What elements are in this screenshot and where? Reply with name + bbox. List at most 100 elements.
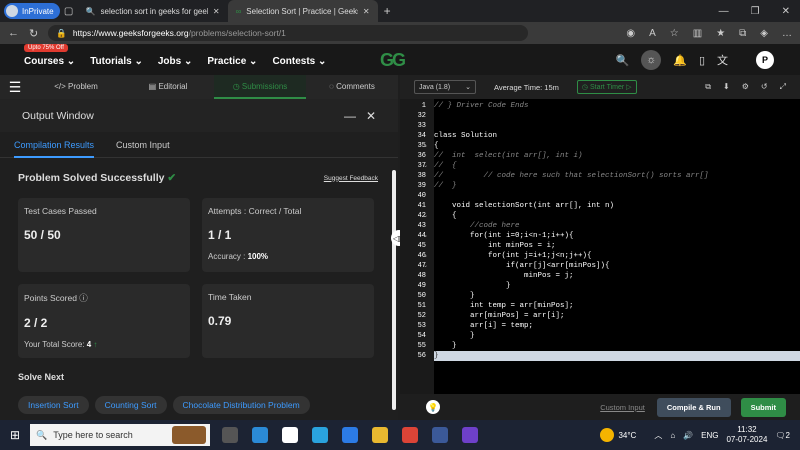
lightbulb-icon[interactable]: 💡 [426,400,440,414]
favorites-bar-icon[interactable]: ★ [716,28,725,39]
custom-input-link[interactable]: Custom Input [600,403,645,412]
suggest-feedback-link[interactable]: Suggest Feedback [324,175,378,182]
split-screen-icon[interactable]: ▥ [693,28,702,39]
vscode-icon[interactable] [342,427,358,443]
reset-icon[interactable]: ↺ [761,82,768,92]
fold-chevron-icon[interactable]: ⌄ [423,141,428,151]
code-line[interactable]: // } [434,181,457,191]
code-line[interactable]: } [434,281,511,291]
close-panel-icon[interactable]: ✕ [366,109,376,123]
fold-chevron-icon[interactable]: ⌄ [423,211,428,221]
tab-editorial[interactable]: ▤ Editorial [122,75,214,99]
browser-tab-search[interactable]: 🔍 selection sort in geeks for geeks ✕ [78,0,228,22]
theme-toggle-icon[interactable]: ☼ [641,50,662,70]
info-icon[interactable]: ⓘ [79,293,88,303]
settings-icon[interactable]: ⚙ [742,82,749,92]
code-line[interactable]: // // code here such that selectionSort(… [434,171,709,181]
menu-practice[interactable]: Practice ⌄ [207,56,257,67]
code-line[interactable]: // int select(int arr[], int i) [434,151,583,161]
code-line[interactable]: for(int j=i+1;j<n;j++){ [434,251,592,261]
fullscreen-icon[interactable]: ⤢ [780,82,786,92]
minimize-panel-icon[interactable]: — [344,109,356,123]
refresh-icon[interactable]: ↻ [29,27,38,40]
code-line[interactable]: void selectionSort(int arr[], int n) [434,201,614,211]
code-line[interactable]: } [434,291,475,301]
notifications-icon[interactable]: 🗨2 [775,431,790,440]
github-desktop-icon[interactable] [462,427,478,443]
submit-button[interactable]: Submit [740,397,786,417]
weather-widget[interactable]: 34°C [600,428,636,442]
copy-icon[interactable]: ⧉ [705,82,711,92]
close-icon[interactable]: ✕ [363,7,370,16]
code-line[interactable]: int temp = arr[minPos]; [434,301,574,311]
new-tab-button[interactable]: + [384,4,391,18]
profile-avatar[interactable]: P [756,51,774,69]
tray-chevron-icon[interactable]: ︿ [654,430,662,441]
copilot-icon[interactable]: ◈ [760,28,768,39]
code-line[interactable]: { [434,141,439,151]
search-icon[interactable]: 🔍 [616,54,630,67]
start-timer-button[interactable]: ◷ Start Timer ▷ [576,80,637,94]
close-icon[interactable]: ✕ [213,7,220,16]
book-icon[interactable]: ▯ [699,54,705,67]
code-line[interactable]: class Solution [434,131,497,141]
code-line[interactable]: // { [434,161,457,171]
tab-problem[interactable]: </> Problem [30,75,122,99]
windows-start-icon[interactable]: ⊞ [0,428,30,442]
chrome-icon[interactable] [402,427,418,443]
code-line[interactable]: arr[minPos] = arr[i]; [434,311,565,321]
code-line[interactable]: if(arr[j]<arr[minPos]){ [434,261,610,271]
tab-comments[interactable]: ◌ Comments [306,75,398,99]
capcut-icon[interactable] [282,427,298,443]
language-select[interactable]: Java (1.8) ⌄ [414,80,476,94]
code-line[interactable]: // } Driver Code Ends [434,101,529,111]
next-problem-chip[interactable]: Counting Sort [94,396,167,414]
gfg-logo[interactable]: GG [380,50,406,71]
back-icon[interactable]: ← [8,27,19,39]
code-line[interactable]: } [434,341,457,351]
volume-icon[interactable]: 🔊 [683,431,693,440]
telegram-icon[interactable] [312,427,328,443]
code-line[interactable]: //code here [434,221,520,231]
language-indicator[interactable]: ENG [701,431,718,440]
taskbar-search[interactable]: 🔍 Type here to search [30,424,210,446]
code-line[interactable]: minPos = j; [434,271,574,281]
code-line[interactable]: { [434,211,457,221]
tab-compilation-results[interactable]: Compilation Results [14,132,95,158]
menu-jobs[interactable]: Jobs ⌄ [158,56,193,67]
tab-submissions[interactable]: ◷ Submissions [214,75,306,99]
maximize-icon[interactable]: ❐ [751,6,760,17]
minimize-icon[interactable]: — [719,6,729,17]
menu-courses[interactable]: Courses ⌄ [24,56,75,67]
browser-tab-practice[interactable]: ∞ Selection Sort | Practice | GeeksforGee… [227,0,378,22]
file-explorer-icon[interactable] [372,427,388,443]
translate-icon[interactable]: 文 [717,52,728,68]
read-aloud-icon[interactable]: A [649,28,656,39]
url-field[interactable]: 🔒 https://www.geeksforgeeks.org/problems… [48,25,529,41]
code-line[interactable]: for(int i=0;i<n-1;i++){ [434,231,574,241]
next-problem-chip[interactable]: Insertion Sort [18,396,89,414]
code-area[interactable]: // } Driver Code Ends class Solution{// i… [434,99,800,394]
fold-chevron-icon[interactable]: ⌄ [423,261,428,271]
menu-tutorials[interactable]: Tutorials ⌄ [90,56,143,67]
network-icon[interactable]: ⌂ [670,431,675,440]
fold-chevron-icon[interactable]: ⌄ [423,161,428,171]
collections-icon[interactable]: ⧉ [739,28,746,39]
tab-custom-input[interactable]: Custom Input [116,132,170,158]
output-scrollbar[interactable] [392,170,396,410]
task-view-icon[interactable] [222,427,238,443]
edge-icon[interactable] [252,427,268,443]
code-line[interactable]: } [434,331,475,341]
code-editor[interactable]: 1 32 33 34 35 ⌄ 36 37 ⌄ 38 39 40 41 42 ⌄ 43 44 ⌄ 45 46 ⌄ 47 ⌄ 4… [400,99,800,394]
hamburger-menu-icon[interactable]: ☰ [0,79,30,96]
tracking-icon[interactable]: ◉ [626,28,635,39]
download-icon[interactable]: ⬇ [723,82,730,92]
favorite-icon[interactable]: ☆ [670,28,679,39]
fold-chevron-icon[interactable]: ⌄ [423,251,428,261]
code-line[interactable]: } [434,351,800,361]
fold-chevron-icon[interactable]: ⌄ [423,231,428,241]
next-problem-chip[interactable]: Chocolate Distribution Problem [172,396,310,414]
notification-bell-icon[interactable]: 🔔 [673,54,687,67]
inprivate-badge[interactable]: InPrivate [4,3,60,19]
tab-actions-icon[interactable]: ▢ [60,6,78,17]
